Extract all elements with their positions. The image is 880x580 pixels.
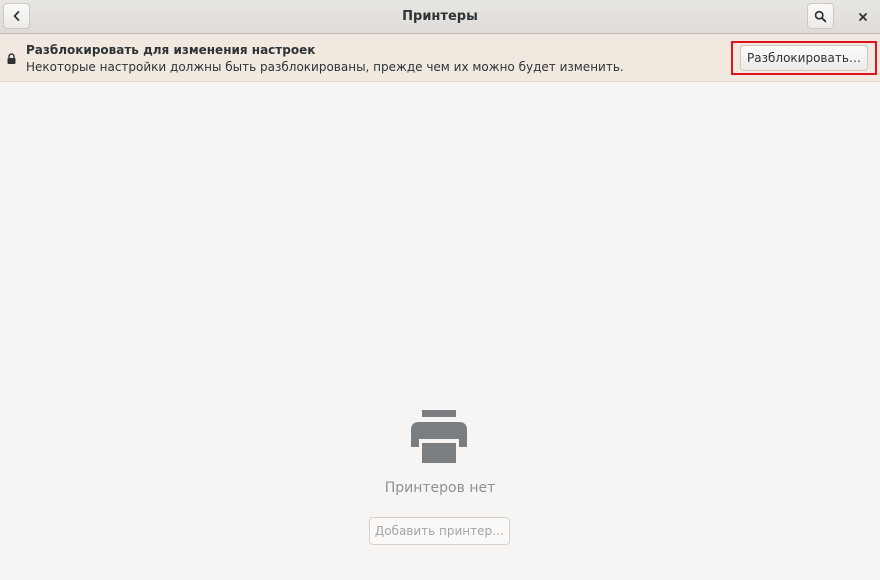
- unlock-button[interactable]: Разблокировать…: [740, 45, 868, 71]
- search-icon: [814, 10, 827, 22]
- printer-icon: [411, 410, 467, 463]
- search-button[interactable]: [807, 3, 834, 29]
- no-printers-label: Принтеров нет: [384, 480, 496, 496]
- add-printer-button[interactable]: Добавить принтер…: [369, 517, 510, 545]
- close-button[interactable]: [851, 6, 875, 28]
- lock-icon: [7, 53, 16, 64]
- printers-window: Принтеры Разблокировать для изменения на…: [0, 0, 880, 580]
- infobar-title: Разблокировать для изменения настроек: [26, 43, 316, 57]
- header-bar: Принтеры: [0, 0, 880, 34]
- window-title: Принтеры: [402, 9, 478, 24]
- close-icon: [859, 13, 867, 21]
- infobar-subtitle: Некоторые настройки должны быть разблоки…: [26, 60, 624, 74]
